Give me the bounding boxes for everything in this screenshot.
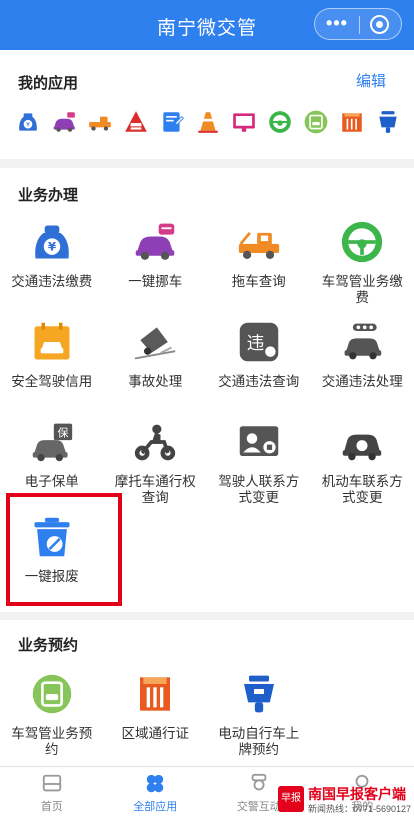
business-row-1: ¥ 交通违法缴费 一键挪车 拖车查询 车驾管业务缴费: [0, 218, 414, 318]
business-item-label: 驾驶人联系方式变更: [218, 474, 300, 505]
business-item-label: 交通违法查询: [218, 374, 300, 389]
tab-home[interactable]: 首页: [0, 767, 104, 819]
motorcycle-icon: [131, 418, 179, 466]
business-item[interactable]: 机动车联系方式变更: [311, 418, 414, 518]
appointment-item-label: 区域通行证: [121, 726, 190, 741]
id-phone-icon: [235, 418, 283, 466]
my-apps-section: 我的应用 编辑 ¥: [0, 50, 414, 159]
business-title: 业务办理: [18, 187, 79, 204]
car-phone-icon: [338, 418, 386, 466]
edit-button[interactable]: 编辑: [356, 70, 386, 91]
business-item-label: 事故处理: [128, 374, 183, 389]
scooter-icon[interactable]: [374, 108, 402, 136]
scooter-icon: [235, 670, 283, 718]
violation-icon: 违: [235, 318, 283, 366]
tab-home-label: 首页: [40, 801, 63, 813]
steering-wheel-icon: [338, 218, 386, 266]
business-item[interactable]: 一键挪车: [104, 218, 208, 318]
appointment-item[interactable]: 电动自行车上牌预约: [207, 670, 311, 770]
svg-text:违: 违: [247, 334, 265, 354]
miniprogram-capsule: •••: [314, 8, 402, 40]
traffic-light-car-icon: [338, 318, 386, 366]
business-item[interactable]: 交通违法处理: [311, 318, 414, 418]
svg-text:保: 保: [57, 426, 68, 440]
more-menu-button[interactable]: •••: [315, 13, 359, 34]
warning-sign-icon[interactable]: [122, 108, 150, 136]
tow-truck-icon[interactable]: [86, 108, 114, 136]
appointment-item-label: 车驾管业务预约: [11, 726, 93, 757]
highlight-box: [6, 493, 122, 606]
gate-icon[interactable]: [338, 108, 366, 136]
business-item-label: 电子保单: [24, 474, 79, 489]
form-icon[interactable]: [158, 108, 186, 136]
appointment-row: 车驾管业务预约 区域通行证 电动自行车上牌预约: [0, 670, 414, 770]
crash-icon: [131, 318, 179, 366]
close-miniprogram-button[interactable]: [370, 15, 389, 34]
business-item-label: 拖车查询: [231, 274, 286, 289]
business-item[interactable]: 驾驶人联系方式变更: [207, 418, 311, 518]
calendar-car-icon[interactable]: [302, 108, 330, 136]
watermark: 早报 南国早报客户端 新闻热线：0771-5690127: [278, 784, 412, 816]
business-item[interactable]: 车驾管业务缴费: [311, 218, 414, 318]
business-row-2: 安全驾驶信用 事故处理 违 交通违法查询 交通违法处理: [0, 318, 414, 418]
clover-icon: [147, 774, 164, 793]
business-item[interactable]: 违 交通违法查询: [207, 318, 311, 418]
appointment-title: 业务预约: [18, 637, 79, 654]
yuan-bag-icon: ¥: [28, 218, 76, 266]
car-tag-icon: [131, 218, 179, 266]
business-item[interactable]: 事故处理: [104, 318, 208, 418]
my-apps-title: 我的应用: [18, 75, 79, 92]
appointment-item[interactable]: 区域通行证: [104, 670, 208, 770]
monitor-icon[interactable]: [230, 108, 258, 136]
appointment-section: 业务预约 车驾管业务预约 区域通行证 电动自行车上牌预约: [0, 620, 414, 766]
appointment-item[interactable]: 车驾管业务预约: [0, 670, 104, 770]
steering-wheel-icon[interactable]: [266, 108, 294, 136]
nav-header: 南宁微交管 •••: [0, 0, 414, 50]
business-item-label: 车驾管业务缴费: [321, 274, 403, 305]
business-item-label: 机动车联系方式变更: [321, 474, 403, 505]
home-icon: [42, 774, 61, 792]
gate-icon: [131, 670, 179, 718]
svg-text:¥: ¥: [48, 240, 57, 254]
tab-all-apps-label: 全部应用: [133, 801, 178, 813]
business-item-label: 交通违法处理: [321, 374, 403, 389]
watermark-logo: 早报: [278, 786, 304, 812]
tow-truck-icon: [235, 218, 283, 266]
police-icon: [251, 773, 267, 791]
appointment-item-label: 电动自行车上牌预约: [218, 726, 300, 757]
svg-text:¥: ¥: [26, 121, 30, 128]
traffic-cone-icon[interactable]: [194, 108, 222, 136]
business-item[interactable]: 安全驾驶信用: [0, 318, 104, 418]
capsule-divider: [359, 16, 360, 34]
watermark-name: 南国早报客户端: [308, 786, 406, 802]
my-apps-icon-row: ¥: [14, 108, 402, 138]
tab-police-interaction-label: 交警互动: [236, 801, 281, 813]
business-item[interactable]: ¥ 交通违法缴费: [0, 218, 104, 318]
watermark-hotline: 新闻热线：0771-5690127: [308, 804, 412, 814]
car-tag-icon[interactable]: [50, 108, 78, 136]
insured-car-icon: 保: [28, 418, 76, 466]
calendar-car-icon: [28, 318, 76, 366]
business-item-label: 一键挪车: [128, 274, 183, 289]
business-item-label: 交通违法缴费: [11, 274, 93, 289]
tab-all-apps[interactable]: 全部应用: [104, 767, 208, 819]
calendar-car-icon: [28, 670, 76, 718]
business-item[interactable]: 拖车查询: [207, 218, 311, 318]
business-item-label: 安全驾驶信用: [11, 374, 93, 389]
yuan-bag-icon[interactable]: ¥: [14, 108, 42, 136]
